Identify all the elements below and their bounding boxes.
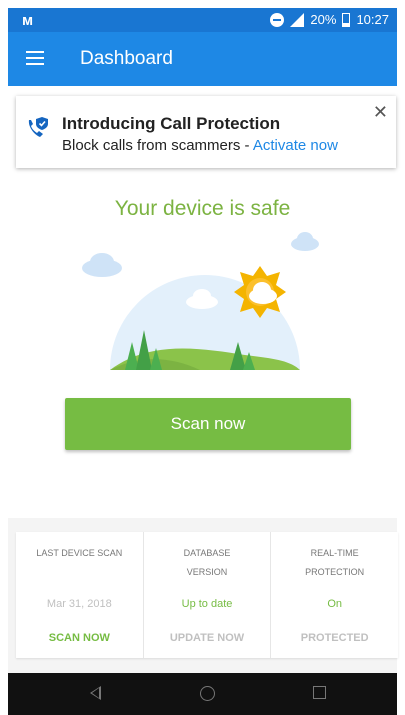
- back-icon[interactable]: [90, 686, 101, 700]
- scan-now-link[interactable]: SCAN NOW: [16, 632, 143, 644]
- status-bar: ᴍ 20% 10:27: [8, 8, 397, 32]
- status-indicators: 20% 10:27: [270, 12, 389, 27]
- call-protection-banner[interactable]: Introducing Call Protection Block calls …: [16, 96, 396, 168]
- recent-apps-icon[interactable]: [313, 686, 326, 699]
- clock: 10:27: [356, 12, 389, 27]
- last-scan-card: Last device scan Mar 31, 2018 SCAN NOW: [16, 532, 144, 658]
- status-cards: Last device scan Mar 31, 2018 SCAN NOW D…: [16, 532, 398, 658]
- scan-now-button[interactable]: Scan now: [65, 398, 351, 450]
- call-protection-icon: [28, 117, 48, 137]
- signal-icon: [290, 12, 305, 27]
- card-label: Last device scan: [36, 548, 123, 558]
- banner-subtitle: Block calls from scammers - Activate now: [62, 137, 338, 154]
- database-card: Database version Up to date UPDATE NOW: [144, 532, 272, 658]
- safe-landscape-illustration: [82, 232, 319, 370]
- battery-percent: 20%: [310, 12, 337, 27]
- app-bar: Dashboard: [8, 32, 397, 86]
- protected-status: PROTECTED: [300, 632, 369, 644]
- page-title: Dashboard: [80, 48, 173, 69]
- card-label: Database version: [183, 548, 231, 577]
- card-value: Mar 31, 2018: [46, 598, 112, 610]
- banner-title: Introducing Call Protection: [62, 114, 281, 133]
- battery-icon: [342, 12, 351, 27]
- update-now-link[interactable]: UPDATE NOW: [144, 632, 271, 644]
- hamburger-icon[interactable]: [26, 51, 44, 65]
- close-icon[interactable]: ✕: [373, 102, 388, 123]
- realtime-protection-card: Real-time protection On PROTECTED: [271, 532, 398, 658]
- banner-subtitle-text: Block calls from scammers -: [62, 137, 253, 154]
- malwarebytes-icon: ᴍ: [22, 12, 34, 29]
- card-value: On: [327, 598, 343, 610]
- device-safe-message: Your device is safe: [114, 197, 291, 220]
- card-label: Real-time protection: [305, 548, 365, 577]
- system-nav-bar: [8, 673, 397, 715]
- home-icon[interactable]: [200, 686, 215, 701]
- card-value: Up to date: [181, 598, 233, 610]
- do-not-disturb-icon: [270, 12, 285, 27]
- activate-now-link[interactable]: Activate now: [253, 137, 338, 154]
